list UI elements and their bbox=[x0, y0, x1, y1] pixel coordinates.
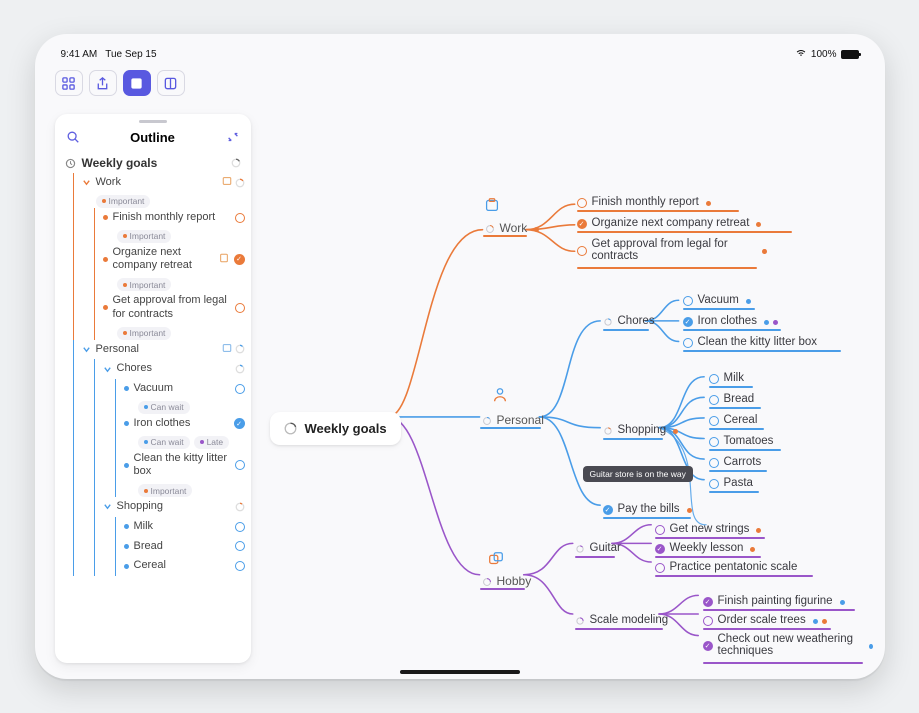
outline-shop-1[interactable]: Bread bbox=[124, 537, 245, 557]
image-icon bbox=[222, 343, 232, 356]
node-shop-1[interactable]: Bread bbox=[709, 393, 755, 407]
outline-personal[interactable]: Personal bbox=[82, 340, 245, 360]
node-shop-4[interactable]: Carrots bbox=[709, 456, 762, 470]
outline-chores[interactable]: Chores bbox=[103, 359, 245, 379]
share-button[interactable] bbox=[89, 70, 117, 96]
node-guitar-2[interactable]: Practice pentatonic scale bbox=[655, 561, 798, 575]
node-scale-1[interactable]: Order scale trees bbox=[703, 614, 827, 628]
layout-split-button[interactable] bbox=[157, 70, 185, 96]
outline-chores-1[interactable]: Iron clothes✓ bbox=[124, 414, 245, 434]
grid-button[interactable] bbox=[55, 70, 83, 96]
node-work-item-1[interactable]: ✓Organize next company retreat bbox=[577, 217, 762, 231]
sidebar-title: Outline bbox=[130, 130, 175, 145]
status-bar: 9:41 AM Tue Sep 15 100% bbox=[55, 48, 865, 66]
battery-percent: 100% bbox=[811, 49, 837, 60]
outline-shopping[interactable]: Shopping bbox=[103, 497, 245, 517]
tablet-frame: 9:41 AM Tue Sep 15 100% bbox=[35, 34, 885, 679]
node-guitar-0[interactable]: Get new strings bbox=[655, 523, 762, 537]
node-chores-0[interactable]: Vacuum bbox=[683, 294, 751, 308]
node-shop-0[interactable]: Milk bbox=[709, 372, 744, 386]
node-scale-0[interactable]: ✓Finish painting figurine bbox=[703, 595, 845, 609]
node-chores-2[interactable]: Clean the kitty litter box bbox=[683, 336, 818, 350]
node-work-item-0[interactable]: Finish monthly report bbox=[577, 196, 711, 210]
outline-work-1[interactable]: Organize next company retreat✓ bbox=[103, 243, 245, 277]
node-chores-1[interactable]: ✓Iron clothes bbox=[683, 315, 778, 329]
outline-shop-2[interactable]: Cereal bbox=[124, 556, 245, 576]
node-shop-2[interactable]: Cereal bbox=[709, 414, 758, 428]
node-root[interactable]: Weekly goals bbox=[270, 412, 401, 445]
layout-solid-button[interactable] bbox=[123, 70, 151, 96]
battery-icon bbox=[841, 50, 859, 59]
node-scale[interactable]: Scale modeling bbox=[575, 614, 669, 628]
category-work-icon bbox=[483, 196, 501, 214]
node-bills[interactable]: ✓Pay the bills bbox=[603, 503, 692, 517]
toolbar bbox=[55, 66, 865, 104]
home-indicator[interactable] bbox=[400, 670, 520, 674]
tooltip: Guitar store is on the way bbox=[583, 466, 693, 482]
search-icon[interactable] bbox=[65, 129, 81, 145]
note-icon bbox=[219, 253, 229, 266]
status-date: Tue Sep 15 bbox=[105, 49, 156, 60]
node-guitar-1[interactable]: ✓Weekly lesson bbox=[655, 542, 756, 556]
outline-sidebar[interactable]: Outline Weekly goals Work Important bbox=[55, 114, 251, 663]
node-chores[interactable]: Chores bbox=[603, 315, 655, 329]
node-work-item-2[interactable]: Get approval from legal for contracts bbox=[577, 238, 767, 264]
node-shop-5[interactable]: Pasta bbox=[709, 477, 753, 491]
category-personal-icon bbox=[491, 386, 509, 404]
expand-icon[interactable] bbox=[225, 129, 241, 145]
outline-shop-0[interactable]: Milk bbox=[124, 517, 245, 537]
category-hobby-icon bbox=[487, 550, 505, 568]
status-time: 9:41 AM bbox=[61, 49, 98, 60]
node-guitar[interactable]: Guitar bbox=[575, 542, 621, 556]
node-scale-2[interactable]: ✓Check out new weathering techniques bbox=[703, 633, 873, 659]
outline-work-2[interactable]: Get approval from legal for contracts bbox=[103, 291, 245, 325]
outline-chores-0[interactable]: Vacuum bbox=[124, 379, 245, 399]
outline-work-0[interactable]: Finish monthly report bbox=[103, 208, 245, 228]
wifi-icon bbox=[795, 48, 807, 60]
node-root-label: Weekly goals bbox=[305, 421, 387, 436]
node-shop-3[interactable]: Tomatoes bbox=[709, 435, 774, 449]
node-shopping[interactable]: Shopping bbox=[603, 424, 679, 438]
drag-handle[interactable] bbox=[139, 120, 167, 123]
image-icon bbox=[222, 176, 232, 189]
outline-chores-2[interactable]: Clean the kitty litter box bbox=[124, 449, 245, 483]
outline-work[interactable]: Work bbox=[82, 173, 245, 193]
outline-root[interactable]: Weekly goals bbox=[61, 153, 245, 173]
